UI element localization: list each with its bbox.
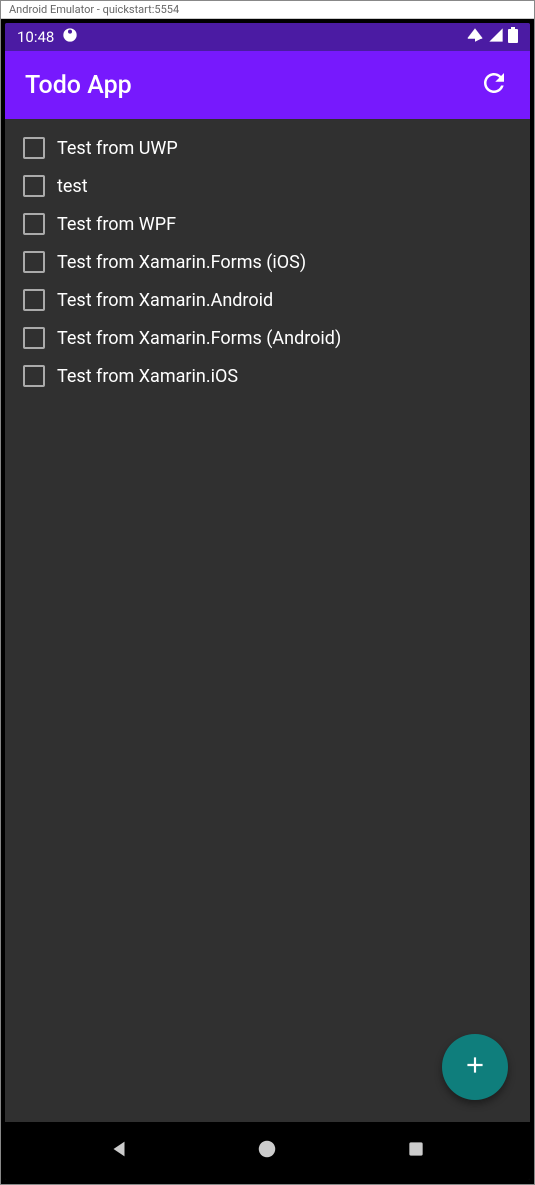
- todo-item[interactable]: Test from WPF: [13, 205, 522, 243]
- todo-label: Test from UWP: [57, 138, 178, 159]
- app-title: Todo App: [25, 71, 132, 100]
- todo-label: Test from Xamarin.Forms (Android): [57, 328, 341, 349]
- device-screen: 10:48 Todo App: [5, 23, 530, 1180]
- todo-list: Test from UWP test Test from WPF Test from …: [13, 129, 522, 395]
- todo-checkbox[interactable]: [23, 251, 45, 273]
- signal-icon: [488, 27, 504, 47]
- status-notification-icon: [62, 27, 78, 47]
- plus-icon: [462, 1052, 488, 1082]
- todo-label: test: [57, 176, 88, 197]
- status-time: 10:48: [17, 28, 54, 46]
- todo-label: Test from Xamarin.iOS: [57, 366, 238, 387]
- status-left: 10:48: [17, 27, 78, 47]
- device-frame: 10:48 Todo App: [1, 19, 534, 1184]
- todo-checkbox[interactable]: [23, 327, 45, 349]
- todo-checkbox[interactable]: [23, 213, 45, 235]
- android-nav-bar: [5, 1122, 530, 1180]
- todo-list-content: Test from UWP test Test from WPF Test from …: [5, 119, 530, 1122]
- window-title-text: Android Emulator - quickstart:5554: [9, 3, 179, 16]
- todo-item[interactable]: Test from Xamarin.Forms (Android): [13, 319, 522, 357]
- battery-icon: [508, 27, 518, 47]
- refresh-icon: [479, 68, 509, 102]
- todo-item[interactable]: Test from UWP: [13, 129, 522, 167]
- todo-checkbox[interactable]: [23, 365, 45, 387]
- todo-label: Test from Xamarin.Android: [57, 290, 273, 311]
- todo-checkbox[interactable]: [23, 175, 45, 197]
- status-bar: 10:48: [5, 23, 530, 51]
- todo-item[interactable]: Test from Xamarin.Forms (iOS): [13, 243, 522, 281]
- todo-checkbox[interactable]: [23, 289, 45, 311]
- nav-home-button[interactable]: [253, 1137, 281, 1165]
- nav-back-button[interactable]: [105, 1137, 133, 1165]
- add-todo-button[interactable]: [442, 1034, 508, 1100]
- emulator-window-title: Android Emulator - quickstart:5554: [1, 1, 534, 19]
- refresh-button[interactable]: [478, 69, 510, 101]
- todo-item[interactable]: test: [13, 167, 522, 205]
- todo-checkbox[interactable]: [23, 137, 45, 159]
- status-right: [466, 26, 518, 48]
- todo-item[interactable]: Test from Xamarin.Android: [13, 281, 522, 319]
- app-bar: Todo App: [5, 51, 530, 119]
- home-icon: [256, 1138, 278, 1164]
- wifi-icon: [466, 26, 484, 48]
- todo-label: Test from WPF: [57, 214, 176, 235]
- nav-recents-button[interactable]: [402, 1137, 430, 1165]
- todo-label: Test from Xamarin.Forms (iOS): [57, 252, 306, 273]
- back-icon: [108, 1138, 130, 1164]
- recents-icon: [406, 1139, 426, 1163]
- todo-item[interactable]: Test from Xamarin.iOS: [13, 357, 522, 395]
